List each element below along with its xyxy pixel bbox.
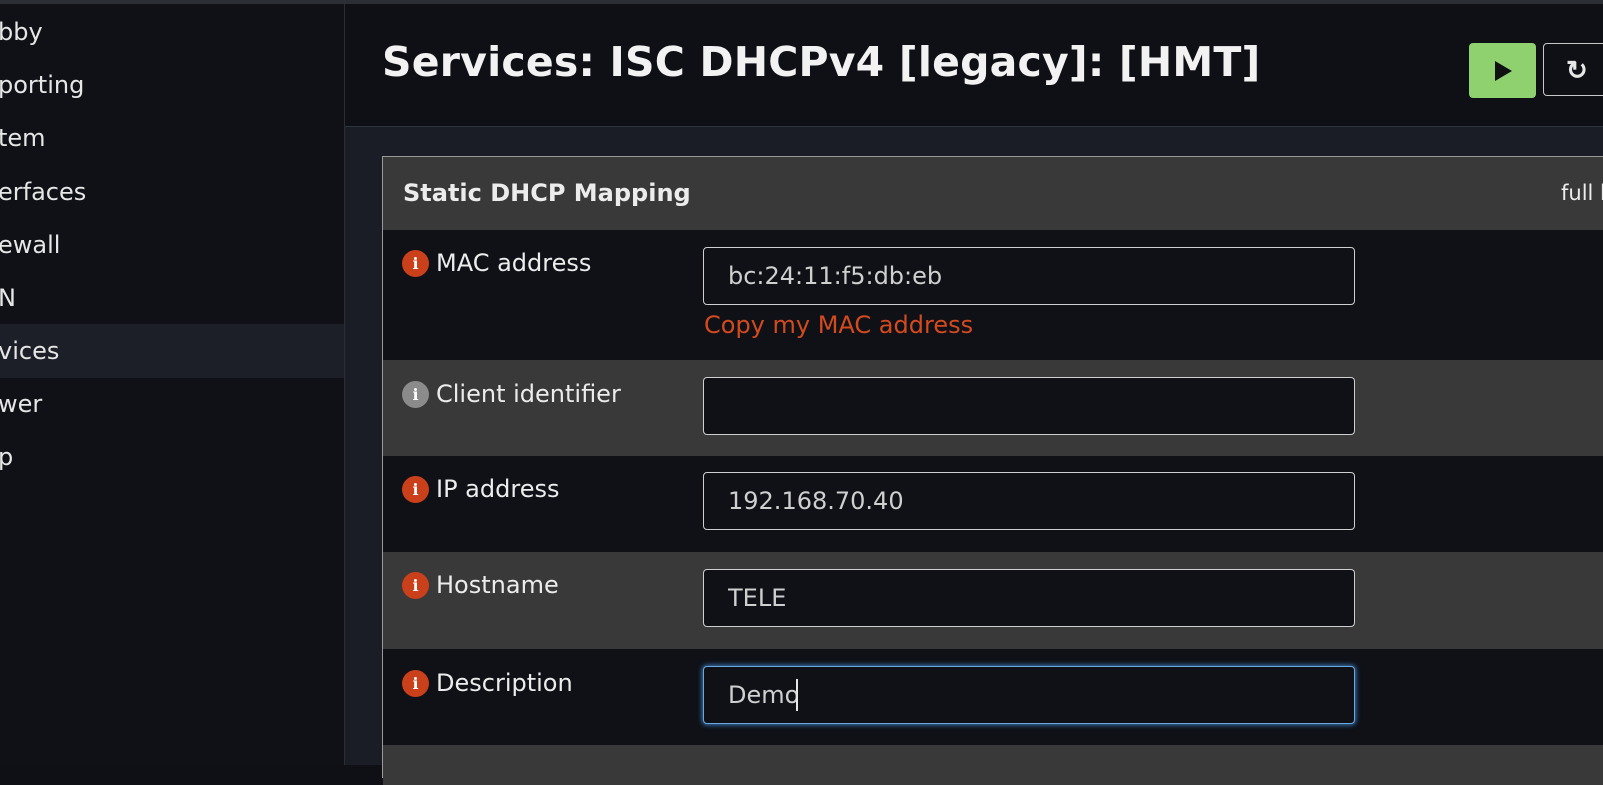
sidebar-item-label: p [0,443,14,471]
sidebar-item-label: wer [0,390,43,418]
ip-address-label: IP address [436,475,560,503]
sidebar-item-reporting[interactable]: porting [0,58,344,112]
page-header: Services: ISC DHCPv4 [legacy]: [HMT] ↻ [345,4,1603,127]
sidebar-item-interfaces[interactable]: erfaces [0,165,344,219]
sidebar-item-label: erfaces [0,178,87,206]
static-mapping-panel: Static DHCP Mapping full h i MAC address… [382,156,1603,785]
info-icon[interactable]: i [402,381,429,408]
sidebar-item-label: N [0,284,16,312]
hostname-row: i Hostname [383,552,1603,649]
description-row: i Description [383,649,1603,745]
full-help-toggle[interactable]: full h [1561,181,1603,205]
info-icon[interactable]: i [402,572,429,599]
reload-icon: ↻ [1566,55,1588,85]
page-title: Services: ISC DHCPv4 [legacy]: [HMT] [382,38,1261,86]
sidebar-item-power[interactable]: wer [0,377,344,431]
sidebar: bby porting tem erfaces ewall N vices we… [0,4,345,765]
info-icon[interactable]: i [402,476,429,503]
hostname-input[interactable] [703,569,1355,627]
sidebar-item-label: vices [0,337,60,365]
next-row [383,745,1603,785]
mac-address-input[interactable] [703,247,1355,305]
sidebar-item-label: bby [0,18,43,46]
sidebar-item-system[interactable]: tem [0,111,344,165]
sidebar-item-help[interactable]: p [0,430,344,484]
description-label: Description [436,669,573,697]
ip-address-row: i IP address [383,456,1603,552]
panel-header: Static DHCP Mapping full h [383,157,1603,230]
text-caret [796,679,798,711]
client-identifier-input[interactable] [703,377,1355,435]
apply-button[interactable] [1469,43,1536,98]
sidebar-item-vpn[interactable]: N [0,271,344,325]
play-icon [1495,61,1512,81]
mac-address-row: i MAC address Copy my MAC address [383,230,1603,360]
sidebar-item-label: porting [0,71,85,99]
copy-mac-link[interactable]: Copy my MAC address [704,311,973,339]
mac-address-label: MAC address [436,249,592,277]
info-icon[interactable]: i [402,250,429,277]
hostname-label: Hostname [436,571,559,599]
sidebar-item-services[interactable]: vices [0,324,344,378]
content-area: Static DHCP Mapping full h i MAC address… [345,127,1603,785]
reload-button[interactable]: ↻ [1543,43,1603,96]
sidebar-item-label: tem [0,124,46,152]
panel-title: Static DHCP Mapping [403,179,691,207]
sidebar-item-firewall[interactable]: ewall [0,218,344,272]
ip-address-input[interactable] [703,472,1355,530]
info-icon[interactable]: i [402,670,429,697]
client-identifier-row: i Client identifier [383,360,1603,456]
description-input[interactable] [703,666,1355,724]
sidebar-item-lobby[interactable]: bby [0,5,344,59]
client-identifier-label: Client identifier [436,380,621,408]
sidebar-item-label: ewall [0,231,61,259]
